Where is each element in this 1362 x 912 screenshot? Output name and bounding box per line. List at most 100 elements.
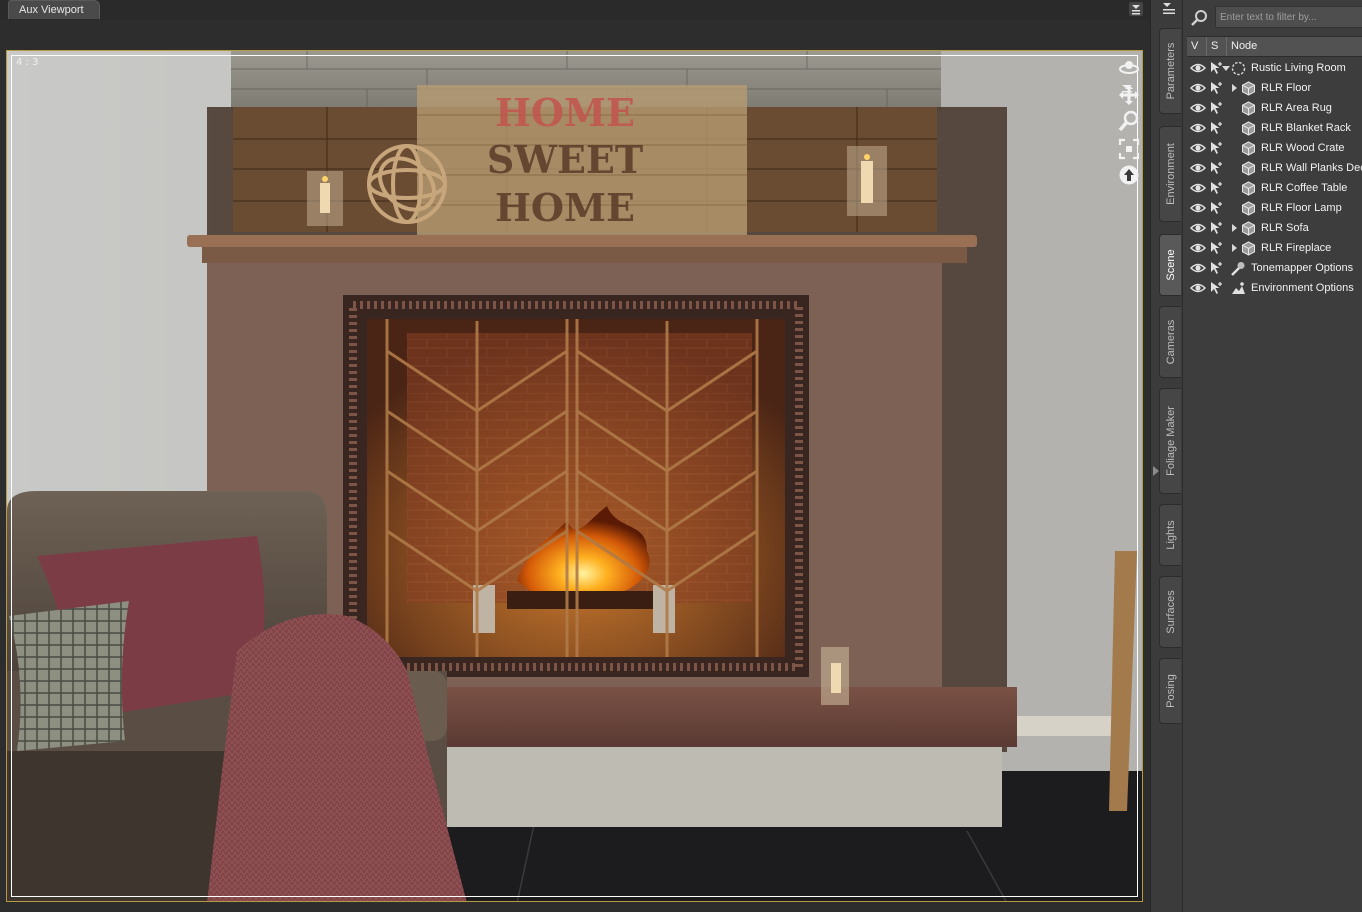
tab-label: Cameras xyxy=(1164,319,1177,365)
viewport-tab-bar: Aux Viewport xyxy=(0,0,1150,20)
tree-row[interactable]: RLR Coffee Table xyxy=(1187,178,1362,198)
pane-menu-icon[interactable] xyxy=(1128,1,1144,17)
selectable-cursor-icon[interactable] xyxy=(1209,261,1223,275)
node-label: Rustic Living Room xyxy=(1251,62,1346,74)
sign-line-2: SWEET xyxy=(487,137,643,182)
tab-scene[interactable]: Scene xyxy=(1159,234,1181,296)
tree-row[interactable]: Rustic Living Room xyxy=(1187,58,1362,78)
selectable-cursor-icon[interactable] xyxy=(1209,241,1223,255)
prop-icon xyxy=(1241,81,1256,96)
zoom-icon[interactable] xyxy=(1118,110,1140,132)
tree-row[interactable]: RLR Wall Planks Decor xyxy=(1187,158,1362,178)
tree-row[interactable]: RLR Area Rug xyxy=(1187,98,1362,118)
expand-arrow-icon[interactable] xyxy=(1232,84,1237,92)
node-label: RLR Floor Lamp xyxy=(1261,202,1342,214)
filter-row xyxy=(1187,6,1362,30)
selectable-cursor-icon[interactable] xyxy=(1209,281,1223,295)
tab-environment[interactable]: Environment xyxy=(1159,126,1181,222)
filter-input[interactable] xyxy=(1215,6,1362,28)
tab-label: Foliage Maker xyxy=(1164,406,1177,476)
node-label: RLR Floor xyxy=(1261,82,1312,94)
tree-row[interactable]: RLR Floor xyxy=(1187,78,1362,98)
tree-row[interactable]: RLR Floor Lamp xyxy=(1187,198,1362,218)
visibility-eye-icon[interactable] xyxy=(1189,262,1207,274)
tab-parameters[interactable]: Parameters xyxy=(1159,28,1181,114)
viewport-canvas[interactable]: HOME SWEET HOME 4: 3 xyxy=(6,50,1143,902)
visibility-eye-icon[interactable] xyxy=(1189,182,1207,194)
prop-icon xyxy=(1241,241,1256,256)
node-label: RLR Area Rug xyxy=(1261,102,1332,114)
node-label: Environment Options xyxy=(1251,282,1354,294)
selectable-cursor-icon[interactable] xyxy=(1209,181,1223,195)
tab-label: Environment xyxy=(1164,143,1177,205)
tab-cameras[interactable]: Cameras xyxy=(1159,306,1181,378)
visibility-eye-icon[interactable] xyxy=(1189,202,1207,214)
tab-foliage-maker[interactable]: Foliage Maker xyxy=(1159,388,1181,494)
selectable-cursor-icon[interactable] xyxy=(1209,81,1223,95)
tree-column-header: V S Node xyxy=(1187,36,1362,57)
selectable-cursor-icon[interactable] xyxy=(1209,201,1223,215)
tab-label: Parameters xyxy=(1164,42,1177,100)
tab-surfaces[interactable]: Surfaces xyxy=(1159,576,1181,648)
search-icon[interactable] xyxy=(1190,9,1208,27)
node-label: Tonemapper Options xyxy=(1251,262,1354,274)
visibility-eye-icon[interactable] xyxy=(1189,102,1207,114)
column-node[interactable]: Node xyxy=(1227,37,1362,56)
aux-viewport-pane: Aux Viewport HOME SWEET HOME 4: 3 xyxy=(0,0,1150,912)
tonemapper-icon xyxy=(1231,261,1246,276)
reset-view-icon[interactable] xyxy=(1118,164,1140,186)
expand-arrow-icon[interactable] xyxy=(1232,224,1237,232)
tab-posing[interactable]: Posing xyxy=(1159,658,1181,724)
tree-row[interactable]: Environment Options xyxy=(1187,278,1362,298)
tab-aux-viewport[interactable]: Aux Viewport xyxy=(8,0,100,19)
tab-lights[interactable]: Lights xyxy=(1159,504,1181,566)
prop-icon xyxy=(1241,101,1256,116)
prop-icon xyxy=(1241,201,1256,216)
group-icon xyxy=(1231,61,1246,76)
tab-label: Scene xyxy=(1164,249,1177,281)
prop-icon xyxy=(1241,221,1256,236)
node-label: RLR Coffee Table xyxy=(1261,182,1348,194)
pan-icon[interactable] xyxy=(1118,84,1140,106)
sign-line-1: HOME xyxy=(495,90,635,135)
expand-arrow-icon[interactable] xyxy=(1232,244,1237,252)
tree-row[interactable]: RLR Wood Crate xyxy=(1187,138,1362,158)
visibility-eye-icon[interactable] xyxy=(1189,82,1207,94)
visibility-eye-icon[interactable] xyxy=(1189,282,1207,294)
visibility-eye-icon[interactable] xyxy=(1189,162,1207,174)
node-label: RLR Wood Crate xyxy=(1261,142,1345,154)
side-pane-menu-icon[interactable] xyxy=(1161,2,1177,16)
visibility-eye-icon[interactable] xyxy=(1189,62,1207,74)
visibility-eye-icon[interactable] xyxy=(1189,142,1207,154)
selectable-cursor-icon[interactable] xyxy=(1209,121,1223,135)
column-selectable[interactable]: S xyxy=(1207,37,1227,56)
selectable-cursor-icon[interactable] xyxy=(1209,61,1223,75)
tree-row[interactable]: RLR Fireplace xyxy=(1187,238,1362,258)
node-label: RLR Blanket Rack xyxy=(1261,122,1351,134)
pane-tab-strip: Parameters Environment Scene Cameras Fol… xyxy=(1150,0,1183,912)
aspect-ratio-label: 4 : 3 xyxy=(16,57,39,68)
selectable-cursor-icon[interactable] xyxy=(1209,141,1223,155)
node-label: RLR Wall Planks Decor xyxy=(1261,162,1362,174)
tab-label: Posing xyxy=(1164,674,1177,708)
node-label: RLR Sofa xyxy=(1261,222,1309,234)
tree-row[interactable]: Tonemapper Options xyxy=(1187,258,1362,278)
visibility-eye-icon[interactable] xyxy=(1189,242,1207,254)
tree-row[interactable]: RLR Blanket Rack xyxy=(1187,118,1362,138)
scene-tree: Rustic Living Room RLR Floor RLR Area Rug R… xyxy=(1187,58,1362,298)
prop-icon xyxy=(1241,121,1256,136)
collapse-arrow-icon[interactable] xyxy=(1222,66,1230,71)
column-visible[interactable]: V xyxy=(1187,37,1207,56)
selectable-cursor-icon[interactable] xyxy=(1209,221,1223,235)
frame-icon[interactable] xyxy=(1118,138,1140,160)
selectable-cursor-icon[interactable] xyxy=(1209,161,1223,175)
orbit-icon[interactable] xyxy=(1118,56,1140,78)
tab-label: Lights xyxy=(1164,520,1177,550)
visibility-eye-icon[interactable] xyxy=(1189,222,1207,234)
tree-row[interactable]: RLR Sofa xyxy=(1187,218,1362,238)
scene-panel: V S Node Rustic Living Room RLR Floor RLR … xyxy=(1182,0,1362,912)
selectable-cursor-icon[interactable] xyxy=(1209,101,1223,115)
visibility-eye-icon[interactable] xyxy=(1189,122,1207,134)
prop-icon xyxy=(1241,181,1256,196)
node-label: RLR Fireplace xyxy=(1261,242,1332,254)
